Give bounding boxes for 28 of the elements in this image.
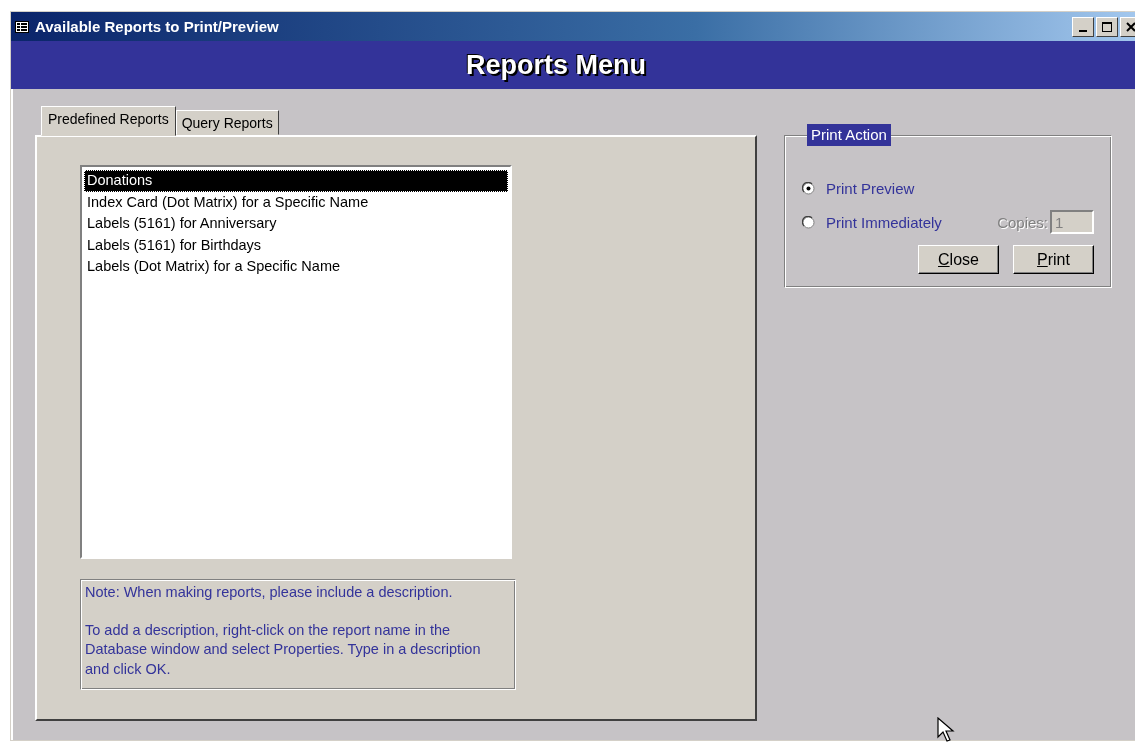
radio-option[interactable]: Print Immediately — [802, 213, 998, 231]
maximize-button[interactable] — [1096, 16, 1118, 37]
window-title: Available Reports to Print/Preview — [35, 18, 280, 35]
radio-option[interactable]: Print Preview — [802, 179, 1094, 197]
form-icon — [15, 20, 29, 33]
minimize-button[interactable] — [1072, 16, 1094, 37]
tab[interactable]: Query Reports — [175, 110, 279, 135]
note-text: Note: When making reports, please include a description. — [85, 583, 454, 602]
maximize-icon — [1102, 21, 1112, 32]
group-title: Print Action — [807, 124, 891, 146]
list-item[interactable]: Index Card (Dot Matrix) for a Specific Name — [84, 191, 508, 213]
list-item[interactable]: Labels (5161) for Birthdays — [84, 234, 508, 256]
radio-button[interactable] — [802, 181, 815, 195]
mouse-pointer-icon — [937, 717, 957, 745]
minimize-icon — [1079, 29, 1087, 32]
list-item[interactable]: Labels (5161) for Anniversary — [84, 213, 508, 235]
note-text: To add a description, right-click on the report name in the Database window and select Properties. Type in a description and click OK. — [85, 620, 482, 679]
report-list[interactable]: Donations Index Card (Dot Matrix) for a Specific Name Labels (5161) for Anniversary Labels (5161) for Birthdays Labels (Dot Matrix) for a Specific Name — [80, 165, 512, 559]
close-icon — [1126, 21, 1135, 32]
list-item[interactable]: Donations — [84, 170, 508, 192]
header-title: Reports Menu — [466, 49, 646, 81]
radio-button[interactable] — [802, 215, 815, 229]
close-button[interactable] — [1120, 16, 1135, 37]
action-button[interactable]: Print — [1013, 245, 1094, 274]
tab[interactable]: Predefined Reports — [41, 106, 176, 136]
copies-label: Copies: — [997, 213, 1048, 231]
action-button[interactable]: Close — [918, 245, 999, 274]
list-item[interactable]: Labels (Dot Matrix) for a Specific Name — [84, 256, 508, 278]
